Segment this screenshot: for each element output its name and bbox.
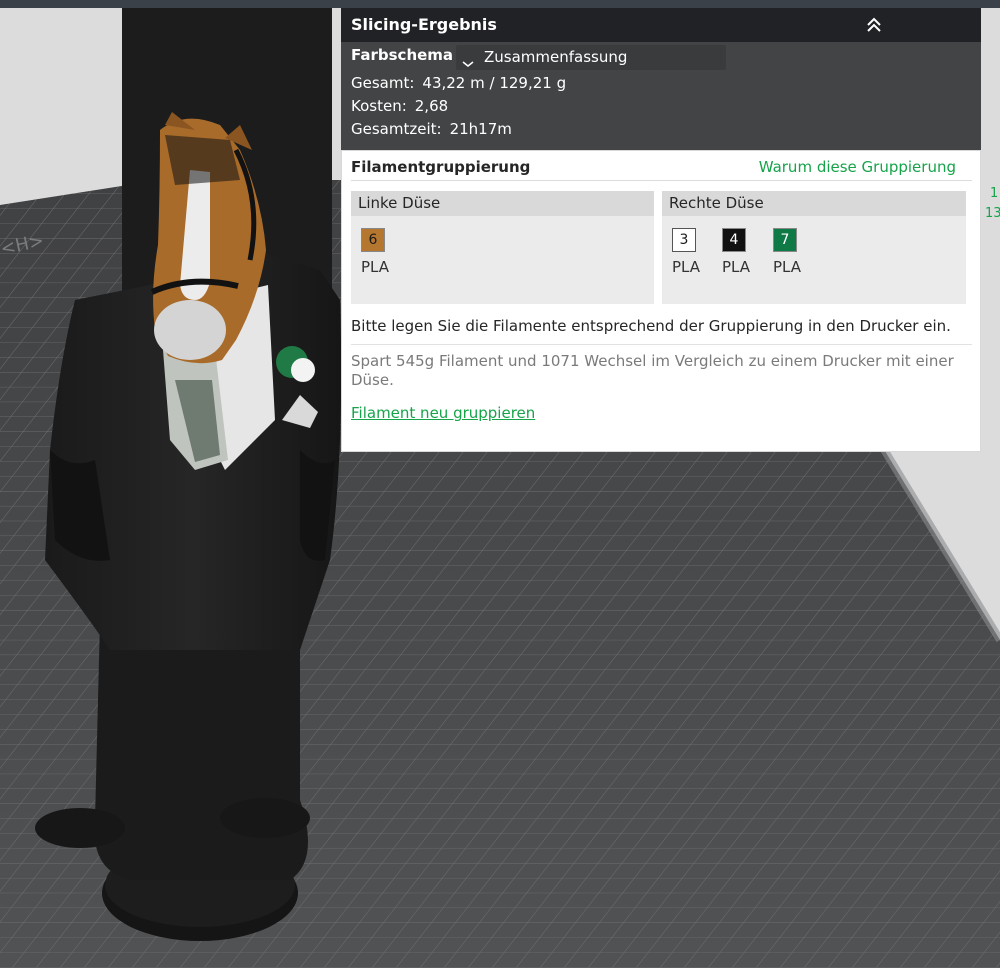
- filament-color-chip: 7: [773, 228, 797, 252]
- left-nozzle-box: Linke Düse 6 PLA: [351, 191, 654, 304]
- time-label: Gesamtzeit:: [351, 120, 442, 138]
- cost-value: 2,68: [414, 97, 449, 115]
- filament-grouping-title: Filamentgruppierung: [351, 158, 531, 176]
- total-stat: Gesamt: 43,22 m / 129,21 g: [351, 74, 566, 92]
- right-nozzle-label: Rechte Düse: [662, 191, 966, 216]
- slicing-result-header[interactable]: Slicing-Ergebnis: [341, 8, 981, 42]
- filament-type: PLA: [722, 258, 751, 276]
- right-nozzle-box: Rechte Düse 3 PLA 4 PLA 7 PLA: [662, 191, 966, 304]
- time-stat: Gesamtzeit: 21h17m: [351, 120, 512, 138]
- filament-color-chip: 6: [361, 228, 385, 252]
- divider: [351, 344, 972, 345]
- filament-type: PLA: [773, 258, 802, 276]
- color-scheme-value: Zusammenfassung: [484, 48, 628, 66]
- grouping-instruction: Bitte legen Sie die Filamente entspreche…: [351, 317, 951, 335]
- total-value: 43,22 m / 129,21 g: [422, 74, 567, 92]
- savings-note: Spart 545g Filament und 1071 Wechsel im …: [351, 352, 954, 389]
- filament-color-chip: 3: [672, 228, 696, 252]
- filament-type: PLA: [672, 258, 701, 276]
- side-value: 13: [985, 206, 1000, 221]
- regroup-filament-link[interactable]: Filament neu gruppieren: [351, 404, 535, 422]
- filament-grouping-panel: Filamentgruppierung Warum diese Gruppier…: [341, 150, 981, 452]
- why-grouping-link[interactable]: Warum diese Gruppierung: [759, 158, 956, 176]
- filament-color-chip: 4: [722, 228, 746, 252]
- chevron-down-icon: [462, 52, 474, 67]
- filament-type: PLA: [361, 258, 390, 276]
- filament-slot[interactable]: 3 PLA: [672, 228, 712, 276]
- slicing-result-title: Slicing-Ergebnis: [351, 15, 497, 34]
- total-label: Gesamt:: [351, 74, 415, 92]
- collapse-chevron-icon[interactable]: [863, 15, 885, 35]
- side-value: 1: [990, 186, 999, 201]
- filament-slot[interactable]: 6 PLA: [361, 228, 401, 276]
- time-value: 21h17m: [449, 120, 512, 138]
- color-scheme-dropdown[interactable]: Zusammenfassung: [456, 45, 726, 70]
- filament-slot[interactable]: 7 PLA: [773, 228, 813, 276]
- top-edge-bar: [0, 0, 1000, 8]
- slicing-result-panel: Slicing-Ergebnis Farbschema Zusammenfass…: [341, 8, 981, 150]
- cost-stat: Kosten: 2,68: [351, 97, 448, 115]
- cost-label: Kosten:: [351, 97, 407, 115]
- filament-slot[interactable]: 4 PLA: [722, 228, 762, 276]
- left-nozzle-label: Linke Düse: [351, 191, 654, 216]
- color-scheme-label: Farbschema: [351, 46, 454, 64]
- divider: [351, 180, 972, 181]
